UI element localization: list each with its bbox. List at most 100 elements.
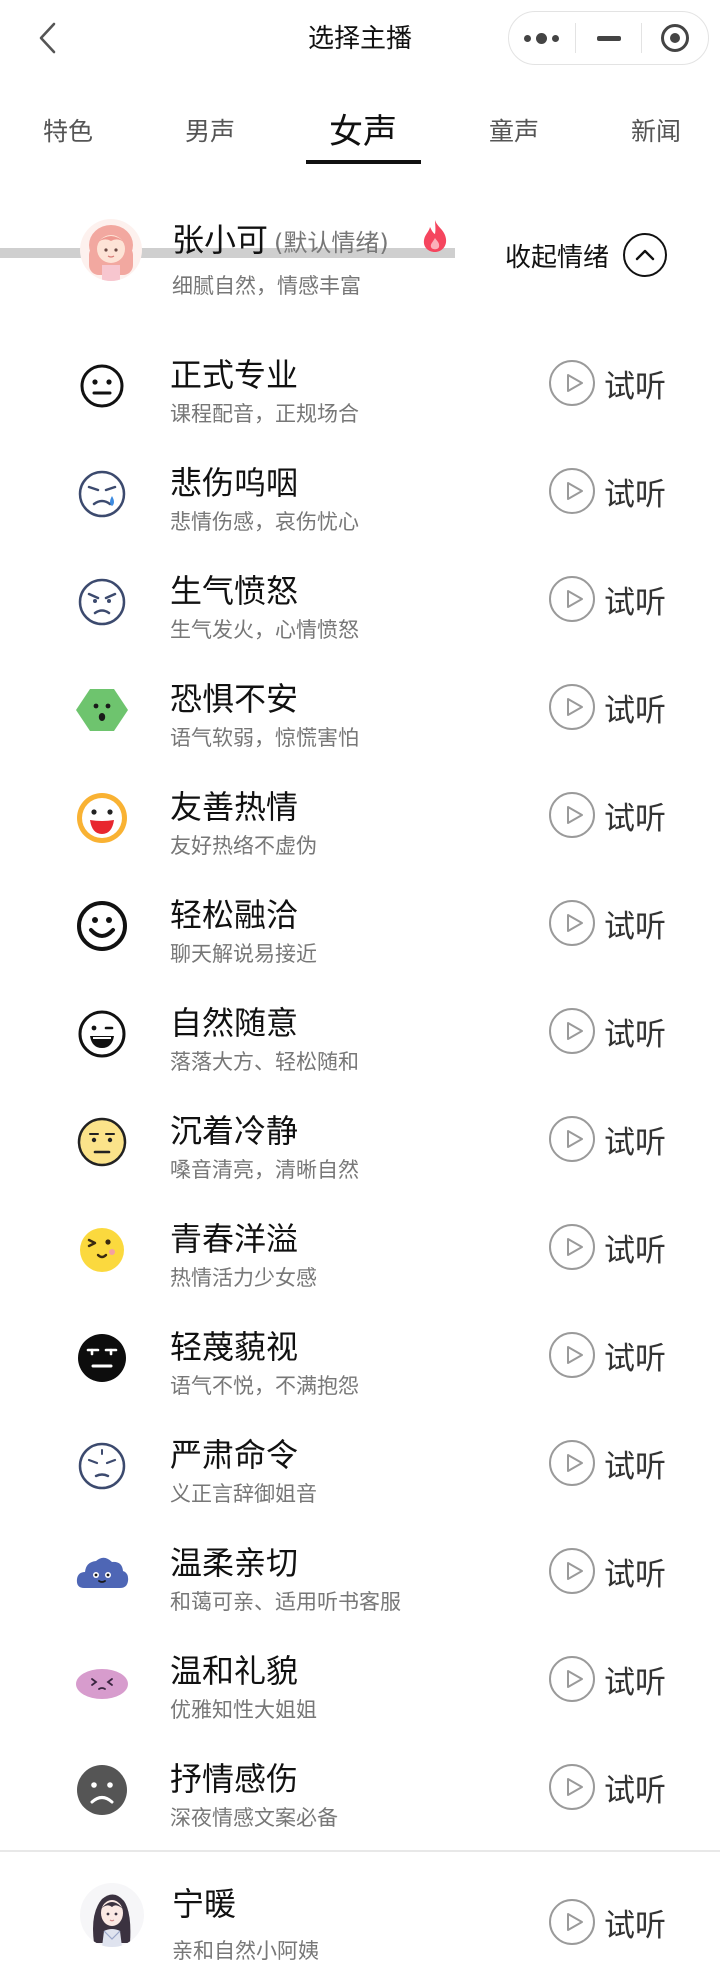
list-divider bbox=[0, 1850, 720, 1852]
contempt-face-icon bbox=[74, 1330, 130, 1386]
preview-button[interactable]: 试听 bbox=[549, 360, 666, 406]
emotion-item[interactable]: 悲伤呜咽 悲情伤感，哀伤忧心 试听 bbox=[0, 440, 720, 548]
grinning-face-icon bbox=[74, 1006, 130, 1062]
avatar bbox=[80, 1883, 144, 1947]
minimize-button[interactable] bbox=[576, 12, 642, 64]
emotion-item[interactable]: 温和礼貌 优雅知性大姐姐 试听 bbox=[0, 1628, 720, 1736]
emotion-desc: 生气发火，心情愤怒 bbox=[170, 618, 359, 642]
emotion-item[interactable]: 青春洋溢 热情活力少女感 试听 bbox=[0, 1196, 720, 1304]
nav-bar: 选择主播 bbox=[0, 0, 720, 74]
emotion-name: 温和礼貌 bbox=[170, 1652, 299, 1690]
voice-desc: 细腻自然，情感丰富 bbox=[172, 274, 361, 298]
emotion-name: 恐惧不安 bbox=[170, 680, 299, 718]
emotion-desc: 落落大方、轻松随和 bbox=[170, 1050, 359, 1074]
emotion-name: 正式专业 bbox=[170, 356, 299, 394]
voice-item-default[interactable]: 张小可 (默认情绪) 细腻自然，情感丰富 收起情绪 bbox=[0, 205, 720, 315]
emotion-item[interactable]: 抒情感伤 深夜情感文案必备 试听 bbox=[0, 1736, 720, 1844]
tab-featured[interactable]: 特色 bbox=[43, 112, 93, 148]
preview-button[interactable]: 试听 bbox=[549, 684, 666, 730]
emotion-name: 轻蔑藐视 bbox=[170, 1328, 299, 1366]
play-icon bbox=[549, 1899, 595, 1945]
emotion-item[interactable]: 严肃命令 义正言辞御姐音 试听 bbox=[0, 1412, 720, 1520]
emotion-item[interactable]: 正式专业 课程配音，正规场合 试听 bbox=[0, 332, 720, 440]
play-icon bbox=[549, 1116, 595, 1162]
emotion-item[interactable]: 友善热情 友好热络不虚伪 试听 bbox=[0, 764, 720, 872]
tab-male[interactable]: 男声 bbox=[185, 112, 235, 148]
preview-label: 试听 bbox=[604, 1016, 666, 1053]
preview-label: 试听 bbox=[604, 1556, 666, 1593]
preview-button[interactable]: 试听 bbox=[549, 1008, 666, 1054]
smiling-face-icon bbox=[74, 898, 130, 954]
emotion-item[interactable]: 生气愤怒 生气发火，心情愤怒 试听 bbox=[0, 548, 720, 656]
tab-news[interactable]: 新闻 bbox=[631, 112, 681, 148]
play-icon bbox=[549, 900, 595, 946]
tab-child[interactable]: 童声 bbox=[489, 112, 539, 148]
play-icon bbox=[549, 684, 595, 730]
play-icon bbox=[549, 1440, 595, 1486]
preview-button[interactable]: 试听 bbox=[549, 1548, 666, 1594]
emotion-desc: 语气软弱，惊慌害怕 bbox=[170, 726, 359, 750]
emotion-item[interactable]: 温柔亲切 和蔼可亲、适用听书客服 试听 bbox=[0, 1520, 720, 1628]
neutral-face-icon bbox=[74, 358, 130, 414]
preview-label: 试听 bbox=[604, 800, 666, 837]
voice-name: 宁暖 bbox=[172, 1885, 237, 1923]
preview-button[interactable]: 试听 bbox=[549, 1899, 666, 1945]
preview-label: 试听 bbox=[604, 1907, 666, 1944]
preview-label: 试听 bbox=[604, 1124, 666, 1161]
play-icon bbox=[549, 1224, 595, 1270]
play-icon bbox=[549, 1656, 595, 1702]
emotion-item[interactable]: 轻蔑藐视 语气不悦，不满抱怨 试听 bbox=[0, 1304, 720, 1412]
preview-button[interactable]: 试听 bbox=[549, 792, 666, 838]
emotion-item[interactable]: 轻松融洽 聊天解说易接近 试听 bbox=[0, 872, 720, 980]
preview-button[interactable]: 试听 bbox=[549, 1440, 666, 1486]
emotion-desc: 课程配音，正规场合 bbox=[170, 402, 359, 426]
preview-button[interactable]: 试听 bbox=[549, 468, 666, 514]
play-icon bbox=[549, 1548, 595, 1594]
shy-blob-face-icon bbox=[74, 1654, 130, 1710]
preview-button[interactable]: 试听 bbox=[549, 900, 666, 946]
emotion-desc: 和蔼可亲、适用听书客服 bbox=[170, 1590, 401, 1614]
emotion-desc: 友好热络不虚伪 bbox=[170, 834, 317, 858]
emotion-name: 沉着冷静 bbox=[170, 1112, 299, 1150]
emotion-name: 青春洋溢 bbox=[170, 1220, 299, 1258]
preview-label: 试听 bbox=[604, 1340, 666, 1377]
emotion-item[interactable]: 沉着冷静 嗓音清亮，清晰自然 试听 bbox=[0, 1088, 720, 1196]
preview-button[interactable]: 试听 bbox=[549, 1224, 666, 1270]
close-mini-program-button[interactable] bbox=[642, 12, 708, 64]
voice-desc: 亲和自然小阿姨 bbox=[172, 1939, 319, 1963]
emotion-desc: 语气不悦，不满抱怨 bbox=[170, 1374, 359, 1398]
voice-name-text: 张小可 bbox=[172, 221, 269, 259]
laughing-face-icon bbox=[74, 790, 130, 846]
scared-hexagon-face-icon bbox=[74, 682, 130, 738]
default-emotion-note: (默认情绪) bbox=[274, 229, 389, 257]
emotion-name: 友善热情 bbox=[170, 788, 299, 826]
preview-label: 试听 bbox=[604, 476, 666, 513]
preview-button[interactable]: 试听 bbox=[549, 1656, 666, 1702]
emotion-item[interactable]: 恐惧不安 语气软弱，惊慌害怕 试听 bbox=[0, 656, 720, 764]
cloud-face-icon bbox=[74, 1546, 130, 1602]
tab-female[interactable]: 女声 bbox=[329, 104, 397, 153]
preview-button[interactable]: 试听 bbox=[549, 576, 666, 622]
emotion-desc: 热情活力少女感 bbox=[170, 1266, 317, 1290]
avatar bbox=[80, 219, 142, 281]
voice-name: 张小可 (默认情绪) bbox=[172, 215, 389, 261]
preview-button[interactable]: 试听 bbox=[549, 1764, 666, 1810]
emotion-desc: 聊天解说易接近 bbox=[170, 942, 317, 966]
preview-button[interactable]: 试听 bbox=[549, 1116, 666, 1162]
collapse-emotions-button[interactable]: 收起情绪 bbox=[505, 233, 668, 277]
preview-button[interactable]: 试听 bbox=[549, 1332, 666, 1378]
flame-icon bbox=[423, 220, 447, 252]
play-icon bbox=[549, 468, 595, 514]
emotion-name: 悲伤呜咽 bbox=[170, 464, 299, 502]
emotion-desc: 深夜情感文案必备 bbox=[170, 1806, 338, 1830]
more-dots-icon bbox=[524, 32, 560, 44]
play-icon bbox=[549, 360, 595, 406]
emotion-item[interactable]: 自然随意 落落大方、轻松随和 试听 bbox=[0, 980, 720, 1088]
more-button[interactable] bbox=[509, 12, 575, 64]
preview-label: 试听 bbox=[604, 1448, 666, 1485]
emotion-desc: 优雅知性大姐姐 bbox=[170, 1698, 317, 1722]
voice-item[interactable]: 宁暖 亲和自然小阿姨 试听 bbox=[0, 1865, 720, 1979]
emotion-name: 严肃命令 bbox=[170, 1436, 299, 1474]
calm-face-icon bbox=[74, 1114, 130, 1170]
chevron-up-icon bbox=[623, 233, 668, 277]
